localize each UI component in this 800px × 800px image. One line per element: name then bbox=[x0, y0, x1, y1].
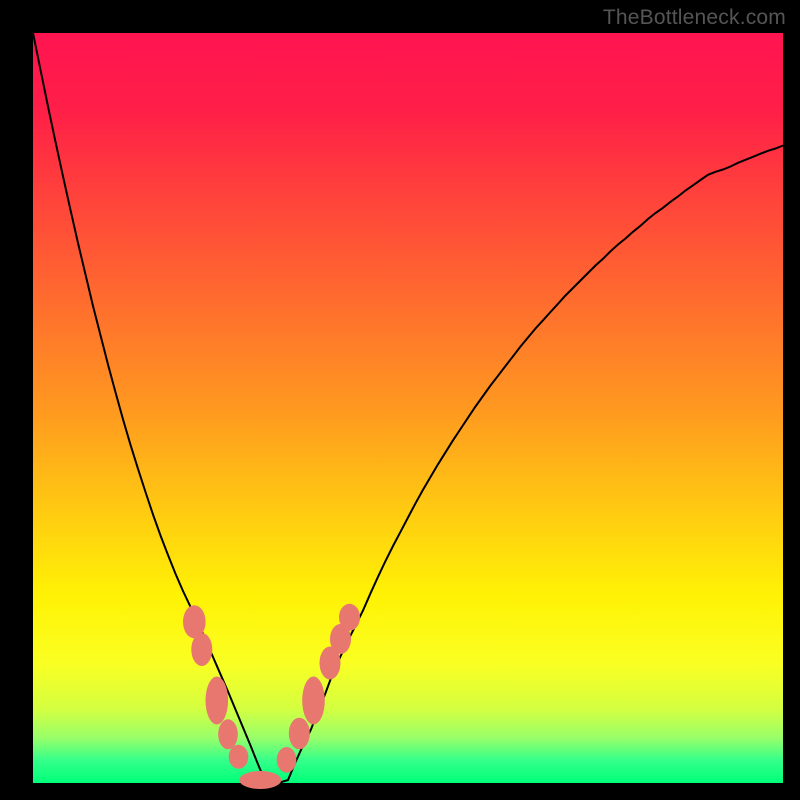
marker-group bbox=[183, 604, 360, 789]
chart-svg bbox=[33, 33, 783, 783]
blob-left-3 bbox=[206, 677, 229, 725]
blob-right-3 bbox=[302, 677, 325, 725]
blob-right-2 bbox=[289, 718, 310, 750]
bottleneck-curve bbox=[33, 33, 783, 783]
blob-left-5 bbox=[229, 745, 249, 769]
outer-frame: TheBottleneck.com bbox=[0, 0, 800, 800]
blob-right-6 bbox=[339, 604, 360, 631]
plot-area bbox=[33, 33, 783, 783]
blob-left-4 bbox=[218, 719, 238, 749]
blob-left-2 bbox=[191, 633, 212, 666]
blob-bottom bbox=[239, 771, 281, 789]
watermark-text: TheBottleneck.com bbox=[603, 6, 786, 30]
blob-right-1 bbox=[277, 747, 297, 773]
